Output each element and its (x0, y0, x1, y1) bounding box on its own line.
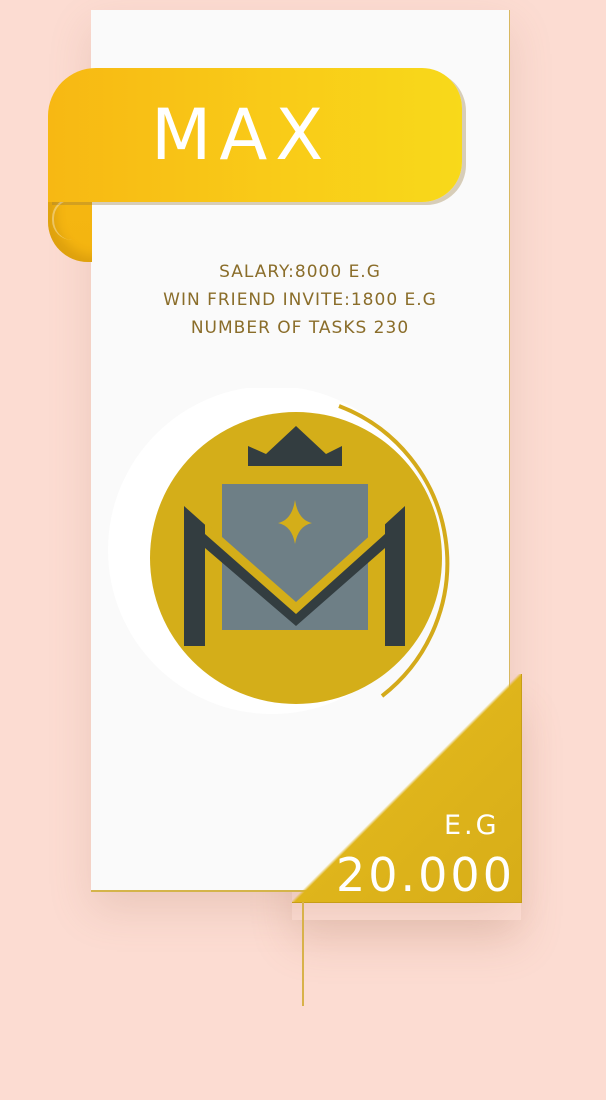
plan-name: MAX (151, 94, 332, 176)
ribbon-fold-curl (52, 198, 94, 240)
price-currency: E.G (444, 810, 500, 841)
tasks-count-text: NUMBER OF TASKS 230 (190, 318, 410, 338)
price-value: 20.000 (336, 848, 515, 902)
card-stem-line (302, 902, 304, 1006)
friend-invite-text: WIN FRIEND INVITE:1800 E.G (163, 290, 437, 310)
plan-name-ribbon: MAX (48, 68, 462, 202)
crowned-m-badge-icon (108, 388, 450, 714)
plan-details: SALARY:8000 E.G WIN FRIEND INVITE:1800 E… (91, 258, 509, 342)
salary-text: SALARY:8000 E.G (219, 262, 381, 282)
